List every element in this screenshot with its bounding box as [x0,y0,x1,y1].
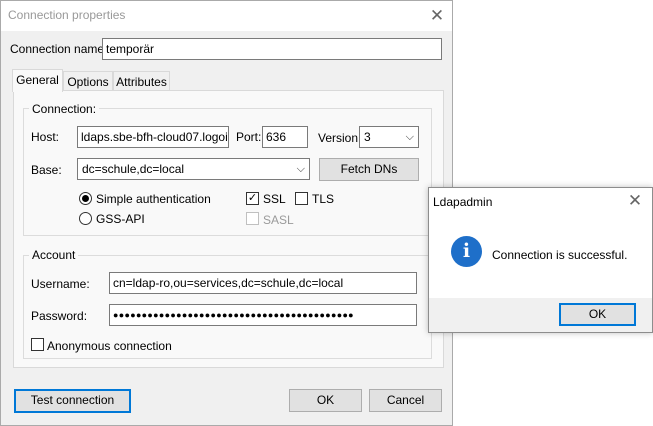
sasl-label: SASL [263,213,294,227]
gss-api-radio[interactable] [79,212,92,225]
base-select[interactable]: dc=schule,dc=local ⌵ [77,158,310,180]
tab-attributes[interactable]: Attributes [113,71,170,92]
message-box-title: Ldapadmin [433,195,493,209]
port-label: Port: [236,130,262,144]
message-box-close-icon[interactable]: ✕ [621,189,649,213]
anonymous-checkbox[interactable] [31,338,44,351]
tls-checkbox[interactable] [295,192,308,205]
message-ok-button[interactable]: OK [559,303,636,326]
host-input[interactable]: ldaps.sbe-bfh-cloud07.logoip. [77,126,229,148]
message-box-footer: OK [429,298,652,332]
connection-properties-dialog: Connection properties ✕ Connection name:… [0,0,453,426]
account-group-legend: Account [29,248,79,262]
ok-button[interactable]: OK [289,389,362,412]
version-select[interactable]: 3 ⌵ [359,126,419,148]
connection-name-input[interactable]: temporär [102,38,442,60]
chevron-down-icon: ⌵ [405,131,414,143]
tab-general[interactable]: General [12,69,63,92]
password-label: Password: [31,309,88,323]
version-value: 3 [364,130,371,144]
dialog-title-bar: Connection properties ✕ [1,1,452,31]
tab-options[interactable]: Options [63,71,113,92]
message-text: Connection is successful. [492,248,628,262]
version-label: Version: [318,131,362,145]
password-input[interactable]: ●●●●●●●●●●●●●●●●●●●●●●●●●●●●●●●●●●●●●●●●… [109,304,417,326]
tls-label: TLS [312,192,335,206]
dialog-title: Connection properties [8,8,126,22]
dialog-close-icon[interactable]: ✕ [423,4,451,28]
simple-auth-radio[interactable] [79,192,92,205]
username-label: Username: [31,277,90,291]
info-icon: i [451,236,482,267]
port-input[interactable]: 636 [262,126,308,148]
fetch-dns-button[interactable]: Fetch DNs [319,158,419,181]
ldapadmin-message-box: Ldapadmin ✕ i Connection is successful. … [428,187,653,333]
test-connection-button[interactable]: Test connection [14,389,131,413]
base-label: Base: [31,163,62,177]
ssl-label: SSL [263,192,286,206]
base-value: dc=schule,dc=local [82,162,185,176]
cancel-button[interactable]: Cancel [369,389,442,412]
sasl-checkbox[interactable] [246,212,259,225]
simple-auth-label: Simple authentication [96,192,211,206]
host-label: Host: [31,130,60,144]
username-input[interactable]: cn=ldap-ro,ou=services,dc=schule,dc=loca… [109,272,417,294]
connection-name-label: Connection name: [10,42,108,56]
chevron-down-icon: ⌵ [296,163,305,175]
anonymous-label: Anonymous connection [47,339,172,353]
ssl-checkbox[interactable]: ✓ [246,192,259,205]
connection-group-legend: Connection: [29,102,100,116]
gss-api-label: GSS-API [96,212,145,226]
